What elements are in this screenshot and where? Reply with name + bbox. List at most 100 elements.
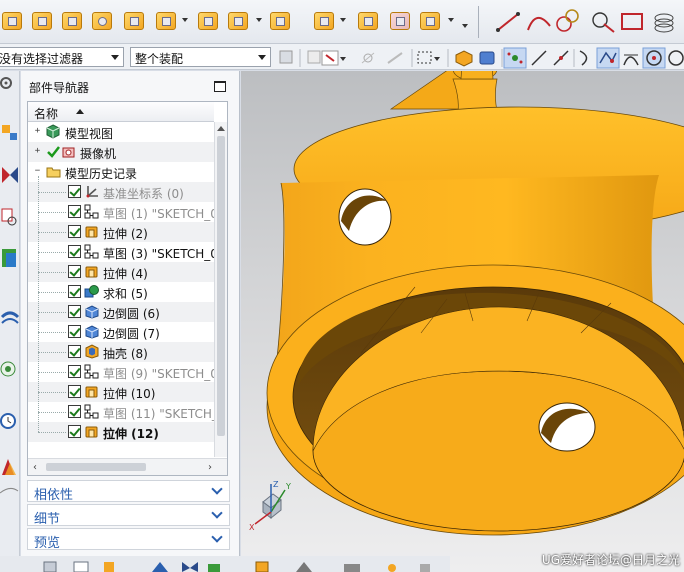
visibility-checkbox[interactable] bbox=[68, 205, 81, 218]
helix-icon[interactable] bbox=[654, 13, 674, 33]
view-tool-icon[interactable] bbox=[344, 564, 360, 572]
visibility-checkbox[interactable] bbox=[68, 345, 81, 358]
view-tool-icon[interactable] bbox=[208, 564, 220, 572]
constraint-navigator-icon[interactable] bbox=[2, 167, 18, 183]
snap-curve-icon[interactable] bbox=[579, 50, 588, 66]
dropdown-arrow-icon[interactable] bbox=[434, 57, 440, 61]
visibility-checkbox[interactable] bbox=[68, 285, 81, 298]
arc-icon[interactable] bbox=[527, 17, 551, 31]
view-tool-icon[interactable] bbox=[388, 564, 396, 572]
tree-row[interactable]: 草图 (9) "SKETCH_0 bbox=[28, 362, 218, 382]
sort-ascending-icon[interactable] bbox=[76, 109, 84, 114]
feature-tool-icon[interactable] bbox=[154, 8, 178, 34]
view-tool-icon[interactable] bbox=[73, 561, 89, 572]
snap-quadrant-icon[interactable] bbox=[668, 50, 684, 66]
visibility-checkbox[interactable] bbox=[68, 405, 81, 418]
dropdown-arrow-icon[interactable] bbox=[340, 18, 346, 22]
snap-line-icon[interactable] bbox=[531, 50, 547, 66]
part-navigator-icon[interactable] bbox=[1, 208, 17, 226]
reuse-library-icon[interactable] bbox=[2, 249, 16, 267]
expand-icon[interactable]: + bbox=[33, 147, 42, 156]
tree-row[interactable]: − 模型历史记录 bbox=[28, 162, 214, 182]
view-tool-icon[interactable] bbox=[255, 561, 269, 572]
feature-tool-icon[interactable] bbox=[418, 8, 442, 34]
feature-tool-icon[interactable] bbox=[30, 8, 54, 34]
selection-options-icon[interactable] bbox=[279, 50, 293, 64]
selection-filter-select[interactable]: 没有选择过滤器 bbox=[0, 47, 124, 67]
tree-row[interactable]: 拉伸 (2) bbox=[28, 222, 214, 242]
checkmark-icon[interactable] bbox=[46, 145, 60, 159]
view-tool-icon[interactable] bbox=[182, 562, 198, 572]
toolbar-overflow-icon[interactable] bbox=[462, 24, 468, 28]
scrollbar-thumb[interactable] bbox=[217, 136, 225, 436]
visibility-checkbox[interactable] bbox=[68, 305, 81, 318]
tree-row[interactable]: + 摄像机 bbox=[28, 142, 214, 162]
gear-icon[interactable] bbox=[0, 77, 12, 89]
tree-row[interactable]: 拉伸 (12) bbox=[28, 422, 214, 442]
snap-mid-icon[interactable] bbox=[387, 52, 403, 64]
view-tool-icon[interactable] bbox=[152, 562, 168, 572]
visibility-checkbox[interactable] bbox=[68, 245, 81, 258]
rectangle-select-icon[interactable] bbox=[417, 51, 432, 64]
view-tool-icon[interactable] bbox=[296, 562, 312, 572]
expand-icon[interactable]: + bbox=[33, 127, 42, 136]
feature-tool-icon[interactable] bbox=[312, 8, 336, 34]
line-icon[interactable] bbox=[496, 12, 520, 32]
graphics-viewport[interactable]: X Y Z UG爱好者论坛@日月之光 bbox=[241, 71, 684, 572]
dependencies-panel-header[interactable]: 相依性 bbox=[27, 480, 230, 503]
filter-type-icon[interactable] bbox=[307, 50, 339, 66]
roles-icon[interactable] bbox=[0, 487, 19, 494]
tree-row[interactable]: 抽壳 (8) bbox=[28, 342, 214, 362]
tree-row[interactable]: 草图 (3) "SKETCH_0 bbox=[28, 242, 218, 262]
view-tool-icon[interactable] bbox=[104, 562, 114, 572]
visibility-checkbox[interactable] bbox=[68, 425, 81, 438]
tree-column-header[interactable]: 名称 bbox=[28, 102, 214, 122]
snap-intersection-icon[interactable] bbox=[623, 54, 639, 66]
snap-end-icon[interactable] bbox=[361, 52, 375, 64]
visibility-checkbox[interactable] bbox=[68, 385, 81, 398]
tree-row[interactable]: 草图 (1) "SKETCH_0 bbox=[28, 202, 218, 222]
snap-midpoint-icon[interactable] bbox=[553, 50, 569, 66]
point-circle-icon[interactable] bbox=[592, 12, 615, 33]
tree-row[interactable]: 拉伸 (4) bbox=[28, 262, 214, 282]
dropdown-arrow-icon[interactable] bbox=[182, 18, 188, 22]
tree-row[interactable]: 草图 (11) "SKETCH_ bbox=[28, 402, 218, 422]
dropdown-arrow-icon[interactable] bbox=[256, 18, 262, 22]
web-browser-icon[interactable] bbox=[0, 311, 20, 324]
rectangle-icon[interactable] bbox=[621, 13, 643, 30]
circle-chain-icon[interactable] bbox=[556, 9, 579, 32]
details-panel-header[interactable]: 细节 bbox=[27, 504, 230, 527]
dropdown-arrow-icon[interactable] bbox=[340, 57, 346, 61]
feature-tool-icon[interactable] bbox=[268, 8, 292, 34]
feature-tool-icon[interactable] bbox=[356, 8, 380, 34]
tree-row[interactable]: 边倒圆 (7) bbox=[28, 322, 214, 342]
history-icon[interactable] bbox=[0, 361, 16, 377]
view-triad[interactable]: X Y Z bbox=[249, 480, 299, 530]
assembly-scope-select[interactable]: 整个装配 bbox=[130, 47, 271, 67]
dropdown-arrow-icon[interactable] bbox=[448, 18, 454, 22]
feature-tool-icon[interactable] bbox=[0, 8, 24, 34]
visibility-checkbox[interactable] bbox=[68, 365, 81, 378]
model-view[interactable] bbox=[241, 71, 684, 572]
collapse-icon[interactable]: − bbox=[33, 167, 42, 176]
visibility-checkbox[interactable] bbox=[68, 325, 81, 338]
feature-tool-icon[interactable] bbox=[196, 8, 220, 34]
feature-tool-icon[interactable] bbox=[60, 8, 84, 34]
scroll-up-icon[interactable] bbox=[217, 126, 225, 131]
view-tool-icon[interactable] bbox=[43, 561, 57, 572]
horizontal-scrollbar[interactable]: ‹ › bbox=[28, 458, 227, 475]
body-select-icon[interactable] bbox=[455, 50, 473, 67]
feature-tool-icon[interactable] bbox=[388, 8, 412, 34]
view-tool-icon[interactable] bbox=[420, 564, 430, 572]
assembly-navigator-icon[interactable] bbox=[2, 125, 17, 140]
tree-row[interactable]: 拉伸 (10) bbox=[28, 382, 214, 402]
visibility-checkbox[interactable] bbox=[68, 225, 81, 238]
scroll-right-icon[interactable]: › bbox=[208, 462, 212, 473]
clock-icon[interactable] bbox=[0, 413, 16, 429]
vertical-scrollbar[interactable] bbox=[214, 122, 227, 457]
maximize-panel-button[interactable] bbox=[214, 81, 226, 92]
visual-palette-icon[interactable] bbox=[2, 459, 16, 475]
tree-row[interactable]: 求和 (5) bbox=[28, 282, 214, 302]
visibility-checkbox[interactable] bbox=[68, 265, 81, 278]
scroll-left-icon[interactable]: ‹ bbox=[33, 462, 37, 473]
